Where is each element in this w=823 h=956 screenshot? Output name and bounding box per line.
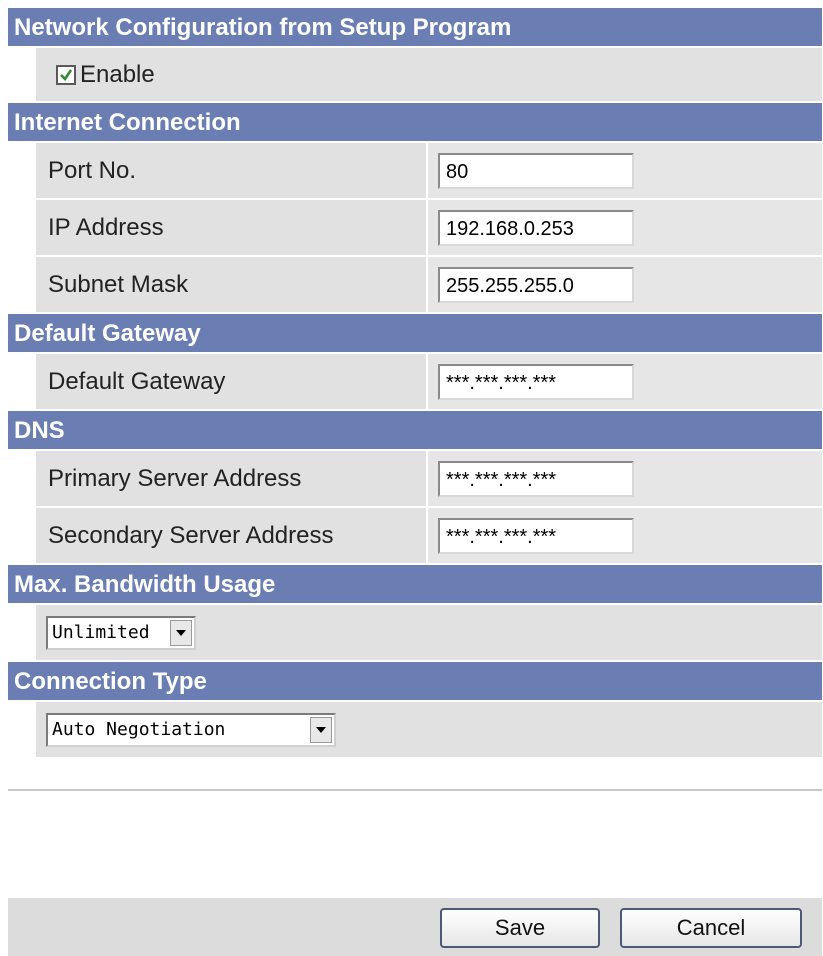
primary-dns-input[interactable]: ***.***.***.*** <box>438 460 634 497</box>
gateway-input[interactable]: ***.***.***.*** <box>438 363 634 400</box>
port-input[interactable]: 80 <box>438 152 634 189</box>
connection-selected: Auto Negotiation <box>52 719 226 740</box>
cancel-button[interactable]: Cancel <box>620 908 802 948</box>
bandwidth-selected: Unlimited <box>52 622 150 643</box>
settings-form: Network Configuration from Setup Program… <box>8 8 822 791</box>
port-row: Port No. 80 <box>36 143 822 200</box>
enable-label: Enable <box>80 60 155 88</box>
gateway-row: Default Gateway ***.***.***.*** <box>36 354 822 411</box>
bandwidth-row: Unlimited <box>36 605 822 662</box>
section-header-bandwidth: Max. Bandwidth Usage <box>8 565 822 605</box>
chevron-down-icon[interactable] <box>170 619 192 646</box>
subnet-input[interactable]: 255.255.255.0 <box>438 266 634 303</box>
chevron-down-icon[interactable] <box>310 716 332 743</box>
primary-dns-label: Primary Server Address <box>36 451 428 506</box>
connection-row: Auto Negotiation <box>36 702 822 759</box>
internet-rows: Port No. 80 IP Address 192.168.0.253 Sub… <box>8 143 822 314</box>
subnet-label: Subnet Mask <box>36 257 428 312</box>
ip-input[interactable]: 192.168.0.253 <box>438 209 634 246</box>
gateway-rows: Default Gateway ***.***.***.*** <box>8 354 822 411</box>
gateway-label: Default Gateway <box>36 354 428 409</box>
subnet-row: Subnet Mask 255.255.255.0 <box>36 257 822 314</box>
secondary-dns-input[interactable]: ***.***.***.*** <box>438 517 634 554</box>
port-label: Port No. <box>36 143 428 198</box>
section-header-setup: Network Configuration from Setup Program <box>8 8 822 48</box>
footer-divider <box>8 789 822 791</box>
check-icon <box>60 68 73 81</box>
dns-rows: Primary Server Address ***.***.***.*** S… <box>8 451 822 565</box>
primary-dns-row: Primary Server Address ***.***.***.*** <box>36 451 822 508</box>
button-bar: Save Cancel <box>8 898 822 956</box>
bandwidth-select[interactable]: Unlimited <box>46 615 196 650</box>
secondary-dns-row: Secondary Server Address ***.***.***.*** <box>36 508 822 565</box>
section-header-connection: Connection Type <box>8 662 822 702</box>
save-button[interactable]: Save <box>440 908 600 948</box>
enable-row: Enable <box>36 48 822 103</box>
ip-row: IP Address 192.168.0.253 <box>36 200 822 257</box>
section-header-internet: Internet Connection <box>8 103 822 143</box>
ip-label: IP Address <box>36 200 428 255</box>
section-header-gateway: Default Gateway <box>8 314 822 354</box>
section-header-dns: DNS <box>8 411 822 451</box>
connection-select[interactable]: Auto Negotiation <box>46 712 336 747</box>
secondary-dns-label: Secondary Server Address <box>36 508 428 563</box>
enable-checkbox[interactable] <box>56 64 76 85</box>
